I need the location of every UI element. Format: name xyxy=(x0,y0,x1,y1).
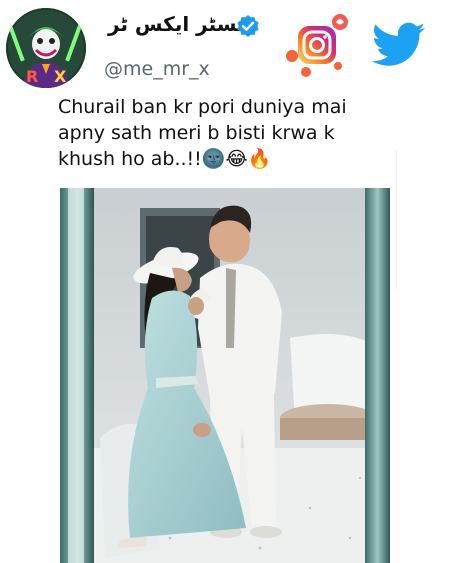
display-name[interactable]: مسٹر ایکس ٹر xyxy=(108,12,249,36)
tweet-text: Churail ban kr pori duniya mai apny sath… xyxy=(58,96,347,170)
verified-badge-icon xyxy=(237,15,259,37)
svg-text:R: R xyxy=(26,67,38,86)
user-handle[interactable]: @me_mr_x xyxy=(104,58,210,80)
couple-photo-image xyxy=(60,188,390,563)
joker-avatar-icon: R X xyxy=(6,8,86,88)
svg-text:X: X xyxy=(54,67,67,86)
avatar[interactable]: R X xyxy=(6,8,86,88)
tweet-photo[interactable] xyxy=(60,188,390,563)
divider xyxy=(396,150,397,290)
twitter-icon[interactable] xyxy=(372,22,426,68)
instagram-icon[interactable] xyxy=(282,10,352,80)
